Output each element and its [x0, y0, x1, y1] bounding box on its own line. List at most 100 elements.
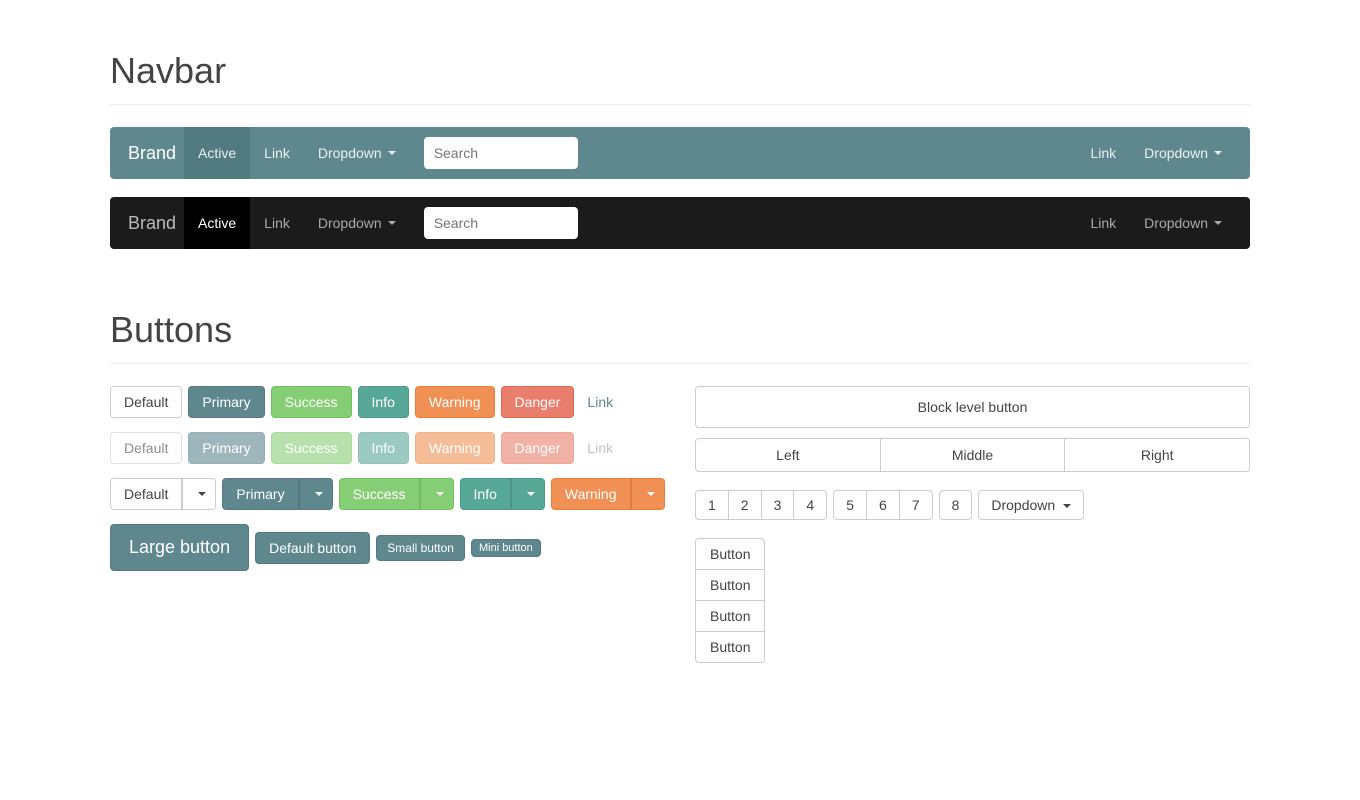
- caret-down-icon: [647, 492, 655, 496]
- navbar-search-input[interactable]: [424, 207, 578, 239]
- toolbar-group-3: 8: [939, 490, 973, 520]
- caret-down-icon: [527, 492, 535, 496]
- nav-right-link[interactable]: Link: [1076, 127, 1130, 179]
- link-button-disabled: Link: [580, 432, 620, 464]
- button-sizes-row: Large button Default button Small button…: [110, 524, 665, 571]
- navbar-search-input[interactable]: [424, 137, 578, 169]
- navbar-brand[interactable]: Brand: [124, 143, 180, 164]
- nav-item-dropdown-label: Dropdown: [318, 215, 382, 231]
- toolbar-btn-3[interactable]: 3: [762, 490, 795, 520]
- nav-item-active[interactable]: Active: [184, 197, 250, 249]
- split-success: Success: [339, 478, 454, 510]
- warning-button[interactable]: Warning: [415, 386, 495, 418]
- nav-right-link[interactable]: Link: [1076, 197, 1130, 249]
- split-default-button[interactable]: Default: [110, 478, 182, 510]
- nav-right-dropdown[interactable]: Dropdown: [1130, 127, 1236, 179]
- toolbar-btn-7[interactable]: 7: [900, 490, 933, 520]
- split-info: Info: [460, 478, 545, 510]
- toolbar-btn-4[interactable]: 4: [794, 490, 827, 520]
- split-primary: Primary: [222, 478, 332, 510]
- split-info-button[interactable]: Info: [460, 478, 511, 510]
- danger-button[interactable]: Danger: [501, 386, 575, 418]
- split-warning-caret[interactable]: [631, 478, 665, 510]
- justified-left[interactable]: Left: [695, 438, 881, 472]
- split-warning: Warning: [551, 478, 665, 510]
- split-primary-caret[interactable]: [299, 478, 333, 510]
- nav-right-dropdown-label: Dropdown: [1144, 145, 1208, 161]
- nav-item-active[interactable]: Active: [184, 127, 250, 179]
- caret-down-icon: [315, 492, 323, 496]
- justified-right[interactable]: Right: [1065, 438, 1250, 472]
- toolbar-group-dropdown: Dropdown: [978, 490, 1084, 520]
- toolbar-btn-2[interactable]: 2: [729, 490, 762, 520]
- danger-button-disabled: Danger: [501, 432, 575, 464]
- link-button[interactable]: Link: [580, 386, 620, 418]
- split-default: Default: [110, 478, 216, 510]
- vertical-button[interactable]: Button: [695, 632, 765, 663]
- default-button-disabled: Default: [110, 432, 182, 464]
- success-button[interactable]: Success: [271, 386, 352, 418]
- default-button[interactable]: Default: [110, 386, 182, 418]
- toolbar-group-2: 5 6 7: [833, 490, 932, 520]
- nav-right-dropdown[interactable]: Dropdown: [1130, 197, 1236, 249]
- navbar-brand[interactable]: Brand: [124, 213, 180, 234]
- button-styles-disabled-row: Default Primary Success Info Warning Dan…: [110, 432, 665, 464]
- nav-item-link[interactable]: Link: [250, 127, 304, 179]
- section-heading-buttons: Buttons: [110, 309, 1250, 351]
- split-success-caret[interactable]: [420, 478, 454, 510]
- toolbar-btn-5[interactable]: 5: [833, 490, 867, 520]
- split-success-button[interactable]: Success: [339, 478, 420, 510]
- success-button-disabled: Success: [271, 432, 352, 464]
- caret-down-icon: [436, 492, 444, 496]
- primary-button[interactable]: Primary: [188, 386, 264, 418]
- vertical-button[interactable]: Button: [695, 538, 765, 570]
- navbar-default: Brand Active Link Dropdown Link Dropdown: [110, 127, 1250, 179]
- caret-down-icon: [1214, 151, 1222, 155]
- warning-button-disabled: Warning: [415, 432, 495, 464]
- split-warning-button[interactable]: Warning: [551, 478, 631, 510]
- primary-button-disabled: Primary: [188, 432, 264, 464]
- caret-down-icon: [1063, 504, 1071, 508]
- button-styles-row: Default Primary Success Info Warning Dan…: [110, 386, 665, 418]
- vertical-button[interactable]: Button: [695, 570, 765, 601]
- nav-item-dropdown[interactable]: Dropdown: [304, 197, 410, 249]
- small-button[interactable]: Small button: [376, 535, 465, 561]
- block-level-button[interactable]: Block level button: [695, 386, 1250, 428]
- info-button-disabled: Info: [358, 432, 409, 464]
- caret-down-icon: [388, 221, 396, 225]
- info-button[interactable]: Info: [358, 386, 409, 418]
- caret-down-icon: [388, 151, 396, 155]
- nav-item-dropdown[interactable]: Dropdown: [304, 127, 410, 179]
- navbar-nav-left: Active Link Dropdown: [184, 127, 410, 179]
- section-heading-navbar: Navbar: [110, 50, 1250, 92]
- divider: [110, 104, 1250, 105]
- navbar-nav-right: Link Dropdown: [1076, 197, 1236, 249]
- navbar-nav-left: Active Link Dropdown: [184, 197, 410, 249]
- justified-middle[interactable]: Middle: [881, 438, 1066, 472]
- default-size-button[interactable]: Default button: [255, 532, 370, 564]
- split-default-caret[interactable]: [182, 478, 216, 510]
- large-button[interactable]: Large button: [110, 524, 249, 571]
- toolbar-btn-6[interactable]: 6: [867, 490, 900, 520]
- caret-down-icon: [1214, 221, 1222, 225]
- vertical-button[interactable]: Button: [695, 601, 765, 632]
- nav-right-dropdown-label: Dropdown: [1144, 215, 1208, 231]
- toolbar-btn-1[interactable]: 1: [695, 490, 729, 520]
- divider: [110, 363, 1250, 364]
- toolbar-dropdown-button[interactable]: Dropdown: [978, 490, 1084, 520]
- buttons-right-column: Block level button Left Middle Right 1 2…: [695, 386, 1250, 663]
- toolbar-group-1: 1 2 3 4: [695, 490, 827, 520]
- toolbar-btn-8[interactable]: 8: [939, 490, 973, 520]
- justified-group: Left Middle Right: [695, 438, 1250, 472]
- mini-button[interactable]: Mini button: [471, 539, 541, 557]
- navbar-inverse: Brand Active Link Dropdown Link Dropdown: [110, 197, 1250, 249]
- nav-item-dropdown-label: Dropdown: [318, 145, 382, 161]
- split-primary-button[interactable]: Primary: [222, 478, 298, 510]
- button-toolbar: 1 2 3 4 5 6 7 8 Dropdow: [695, 490, 1250, 520]
- nav-item-link[interactable]: Link: [250, 197, 304, 249]
- caret-down-icon: [198, 492, 206, 496]
- split-info-caret[interactable]: [511, 478, 545, 510]
- toolbar-dropdown-label: Dropdown: [991, 497, 1055, 513]
- vertical-button-group: Button Button Button Button: [695, 538, 765, 663]
- navbar-nav-right: Link Dropdown: [1076, 127, 1236, 179]
